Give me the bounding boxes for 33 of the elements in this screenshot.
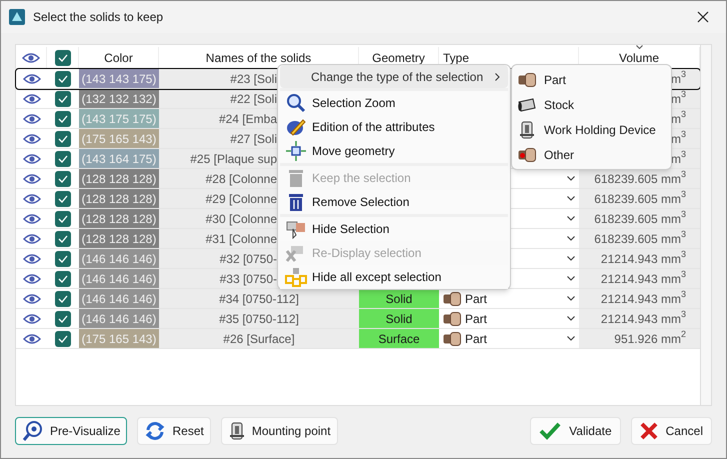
table-cell: #35 [0750-112]: [159, 309, 359, 328]
table-cell: 21214.943 mm$^{3}$: [579, 309, 700, 328]
geometry-cell: Solid: [359, 309, 439, 328]
color-cell: (146 146 146): [79, 249, 159, 268]
color-cell: (175 165 143): [79, 129, 159, 148]
table-cell: 618239.605 mm$^{3}$: [579, 209, 700, 228]
table-cell: 618239.605 mm$^{3}$: [579, 169, 700, 188]
table-cell: 21214.943 mm$^{3}$: [579, 269, 700, 288]
color-cell: (143 164 175): [79, 149, 159, 168]
table-cell: 618239.605 mm$^{3}$: [579, 189, 700, 208]
color-cell: (132 132 132): [79, 89, 159, 108]
table-cell: 618239.605 mm$^{3}$: [579, 229, 700, 248]
color-cell: (143 143 175): [79, 69, 159, 88]
color-cell: (128 128 128): [79, 169, 159, 188]
type-value: Part: [465, 330, 488, 348]
geometry-cell: Surface: [359, 329, 439, 348]
window-title: Select the solids to keep: [33, 9, 164, 26]
color-cell: (146 146 146): [79, 309, 159, 328]
color-cell: (128 128 128): [79, 229, 159, 248]
table-cell: #34 [0750-112]: [159, 289, 359, 308]
table-cell: 21214.943 mm$^{3}$: [579, 289, 700, 308]
type-value: Part: [465, 290, 488, 308]
color-cell: (175 165 143): [79, 329, 159, 348]
type-value: Part: [465, 310, 488, 328]
table-cell: 21214.943 mm$^{3}$: [579, 249, 700, 268]
table-cell: 951.926 mm$^{2}$: [579, 329, 700, 348]
geometry-cell: Solid: [359, 289, 439, 308]
color-cell: (128 128 128): [79, 209, 159, 228]
color-cell: (146 146 146): [79, 269, 159, 288]
color-cell: (146 146 146): [79, 289, 159, 308]
table-cell: #26 [Surface]: [159, 329, 359, 348]
color-cell: (128 128 128): [79, 189, 159, 208]
color-cell: (143 175 175): [79, 109, 159, 128]
